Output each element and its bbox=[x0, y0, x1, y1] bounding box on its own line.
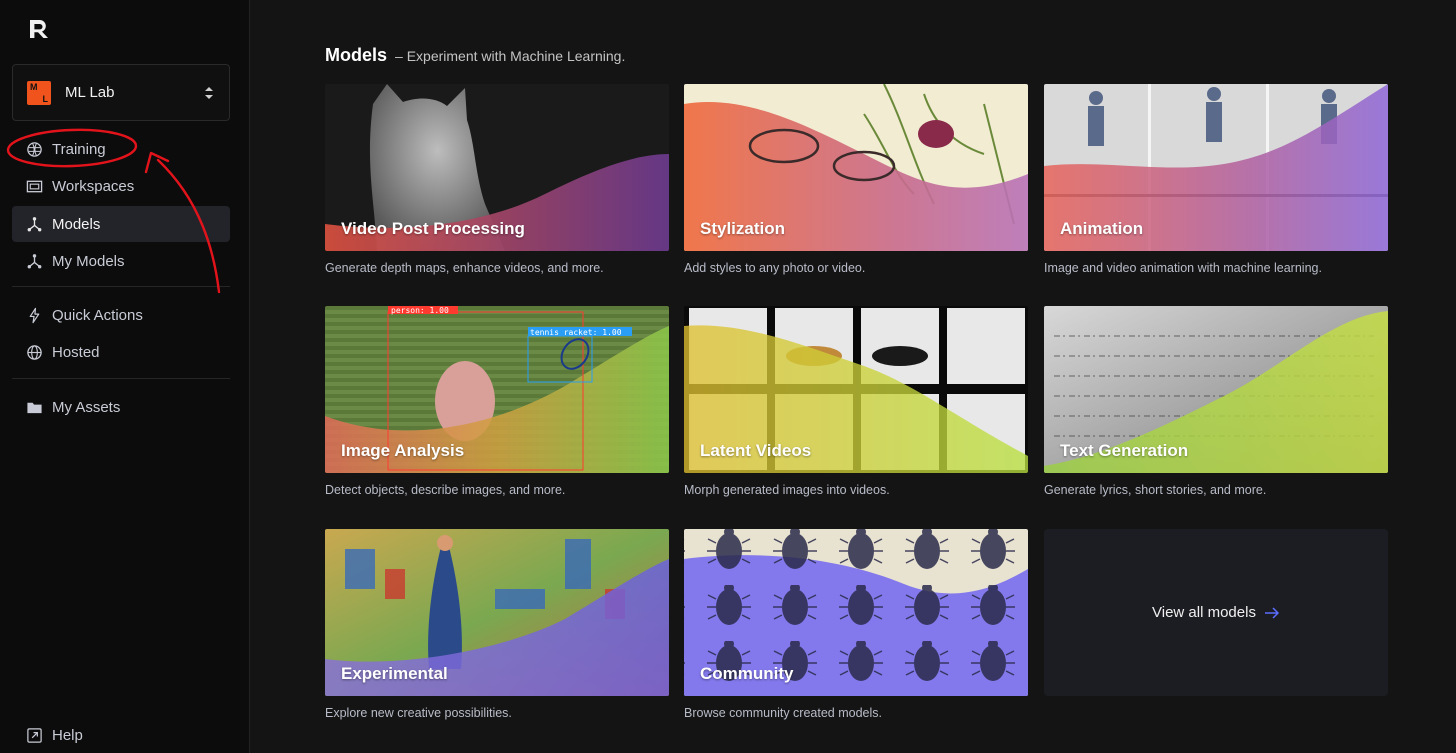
workspace-switcher[interactable]: M L ML Lab bbox=[12, 64, 230, 121]
models-icon bbox=[27, 216, 42, 231]
card-thumbnail: Text Generation bbox=[1044, 306, 1388, 473]
card-description: Browse community created models. bbox=[684, 706, 882, 720]
sidebar-item-label: Workspaces bbox=[52, 178, 135, 195]
model-card-video-post-processing[interactable]: Video Post Processing Generate depth map… bbox=[325, 84, 669, 275]
model-card-text-generation[interactable]: Text Generation Generate lyrics, short s… bbox=[1044, 306, 1388, 497]
card-description: Image and video animation with machine l… bbox=[1044, 261, 1322, 275]
sidebar-item-models[interactable]: Models bbox=[12, 206, 230, 242]
workspace-name: ML Lab bbox=[65, 84, 115, 101]
model-card-latent-videos[interactable]: Latent Videos Morph generated images int… bbox=[684, 306, 1028, 497]
sidebar-item-my-models[interactable]: My Models bbox=[12, 244, 230, 280]
sidebar-item-quick-actions[interactable]: Quick Actions bbox=[12, 297, 230, 333]
page-header: Models – Experiment with Machine Learnin… bbox=[325, 45, 625, 66]
sidebar-item-label: My Models bbox=[52, 253, 125, 270]
nav-secondary: Quick Actions Hosted bbox=[12, 297, 230, 372]
sidebar-divider bbox=[12, 378, 230, 379]
model-card-image-analysis[interactable]: person: 1.00 tennis racket: 1.00 Image A… bbox=[325, 306, 669, 497]
card-description: Morph generated images into videos. bbox=[684, 483, 890, 497]
card-title: Video Post Processing bbox=[341, 219, 525, 238]
view-all-models-button[interactable]: View all models bbox=[1044, 529, 1388, 696]
folder-icon bbox=[27, 402, 42, 413]
card-title: Stylization bbox=[700, 219, 786, 238]
model-card-animation[interactable]: Animation Image and video animation with… bbox=[1044, 84, 1388, 275]
card-title: Experimental bbox=[341, 664, 448, 683]
card-title: Community bbox=[700, 664, 794, 683]
page-subtitle: – Experiment with Machine Learning. bbox=[395, 48, 626, 64]
sidebar-item-workspaces[interactable]: Workspaces bbox=[12, 169, 230, 205]
avatar-letter-l: L bbox=[42, 93, 49, 104]
avatar-letter-m: M bbox=[30, 81, 38, 92]
models-icon bbox=[27, 254, 42, 269]
card-title: Image Analysis bbox=[341, 441, 465, 460]
sidebar-item-hosted[interactable]: Hosted bbox=[12, 335, 230, 371]
model-card-experimental[interactable]: Experimental Explore new creative possib… bbox=[325, 529, 669, 720]
detection-label-person: person: 1.00 bbox=[391, 306, 449, 315]
sidebar-divider bbox=[12, 286, 230, 287]
globe-icon bbox=[27, 345, 42, 360]
runway-logo[interactable] bbox=[26, 16, 52, 42]
help-link[interactable]: Help bbox=[12, 717, 230, 753]
model-card-community[interactable]: Community Browse community created model… bbox=[684, 529, 1028, 720]
detection-label-racket: tennis racket: 1.00 bbox=[530, 328, 622, 337]
card-thumbnail: Animation bbox=[1044, 84, 1388, 251]
card-description: Generate lyrics, short stories, and more… bbox=[1044, 483, 1267, 497]
model-card-stylization[interactable]: Stylization Add styles to any photo or v… bbox=[684, 84, 1028, 275]
page-title: Models bbox=[325, 45, 388, 65]
nav-tertiary: My Assets bbox=[12, 389, 230, 427]
training-icon bbox=[27, 141, 42, 157]
card-description: Generate depth maps, enhance videos, and… bbox=[325, 261, 604, 275]
workspace-avatar: M L bbox=[27, 80, 51, 105]
sidebar: M L ML Lab Training Workspaces Models My… bbox=[0, 0, 250, 753]
sidebar-item-label: Training bbox=[52, 140, 106, 158]
lightning-icon bbox=[29, 307, 40, 323]
chevron-up-down-icon bbox=[205, 86, 213, 99]
card-title: Text Generation bbox=[1060, 441, 1189, 460]
card-thumbnail: Latent Videos bbox=[684, 306, 1028, 473]
card-description: Add styles to any photo or video. bbox=[684, 261, 866, 275]
card-description: Detect objects, describe images, and mor… bbox=[325, 483, 566, 497]
card-description: Explore new creative possibilities. bbox=[325, 706, 512, 720]
sidebar-item-label: Models bbox=[52, 215, 101, 233]
external-link-icon bbox=[27, 727, 42, 743]
card-thumbnail: Video Post Processing bbox=[325, 84, 669, 251]
card-thumbnail: Experimental bbox=[325, 529, 669, 696]
card-thumbnail: Community bbox=[684, 529, 1028, 696]
card-title: Latent Videos bbox=[700, 441, 812, 460]
nav-primary: Training Workspaces Models My Models bbox=[12, 131, 230, 281]
card-thumbnail: person: 1.00 tennis racket: 1.00 Image A… bbox=[325, 306, 669, 473]
view-all-label: View all models bbox=[1152, 604, 1256, 621]
workspaces-icon bbox=[26, 180, 43, 193]
card-title: Animation bbox=[1060, 219, 1144, 238]
sidebar-item-label: Quick Actions bbox=[52, 306, 143, 324]
sidebar-item-label: Hosted bbox=[52, 344, 100, 361]
sidebar-item-my-assets[interactable]: My Assets bbox=[12, 389, 230, 425]
sidebar-item-label: My Assets bbox=[52, 398, 121, 416]
sidebar-item-training[interactable]: Training bbox=[12, 131, 230, 167]
help-label: Help bbox=[52, 726, 83, 744]
card-thumbnail: Stylization bbox=[684, 84, 1028, 251]
arrow-right-icon bbox=[1264, 606, 1280, 619]
